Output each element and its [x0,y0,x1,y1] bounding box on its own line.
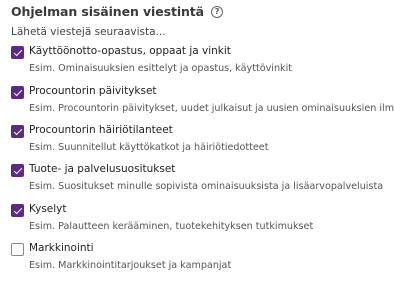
recommendations-checkbox[interactable] [11,164,24,177]
option-label[interactable]: Tuote- ja palvelusuositukset [29,163,175,175]
section-title: Ohjelman sisäinen viestintä [11,4,205,19]
option-description: Esim. Ominaisuuksien esittelyt ja opastu… [29,63,293,74]
option-description: Esim. Suositukset minulle sopivista omin… [29,181,384,192]
option-label[interactable]: Markkinointi [29,242,94,254]
option-description: Esim. Markkinointitarjoukset ja kampanja… [29,260,232,271]
question-circle-icon[interactable]: ? [211,5,224,18]
option-onboarding: Käyttöönotto-opastus, oppaat ja vinkit E… [11,44,394,78]
option-label[interactable]: Procountorin päivitykset [29,85,157,97]
option-description: Esim. Palautteen kerääminen, tuotekehity… [29,221,314,232]
option-label[interactable]: Kyselyt [29,203,67,215]
marketing-checkbox[interactable] [11,243,24,256]
option-description: Esim. Procountorin päivitykset, uudet ju… [29,103,394,114]
option-label[interactable]: Procountorin häiriötilanteet [29,124,173,136]
section-intro: Lähetä viestejä seuraavista... [11,26,166,38]
option-disruptions: Procountorin häiriötilanteet Esim. Suunn… [11,123,394,157]
section-header: Ohjelman sisäinen viestintä ? [11,4,224,19]
surveys-checkbox[interactable] [11,204,24,217]
option-updates: Procountorin päivitykset Esim. Procounto… [11,84,394,118]
option-surveys: Kyselyt Esim. Palautteen kerääminen, tuo… [11,202,394,236]
onboarding-checkbox[interactable] [11,46,24,59]
option-marketing: Markkinointi Esim. Markkinointitarjoukse… [11,241,394,275]
in-app-messaging-settings: Ohjelman sisäinen viestintä ? Lähetä vie… [0,0,394,284]
option-recommendations: Tuote- ja palvelusuositukset Esim. Suosi… [11,162,394,196]
updates-checkbox[interactable] [11,86,24,99]
option-label[interactable]: Käyttöönotto-opastus, oppaat ja vinkit [29,45,231,57]
option-description: Esim. Suunnitellut käyttökatkot ja häiri… [29,142,269,153]
disruptions-checkbox[interactable] [11,125,24,138]
